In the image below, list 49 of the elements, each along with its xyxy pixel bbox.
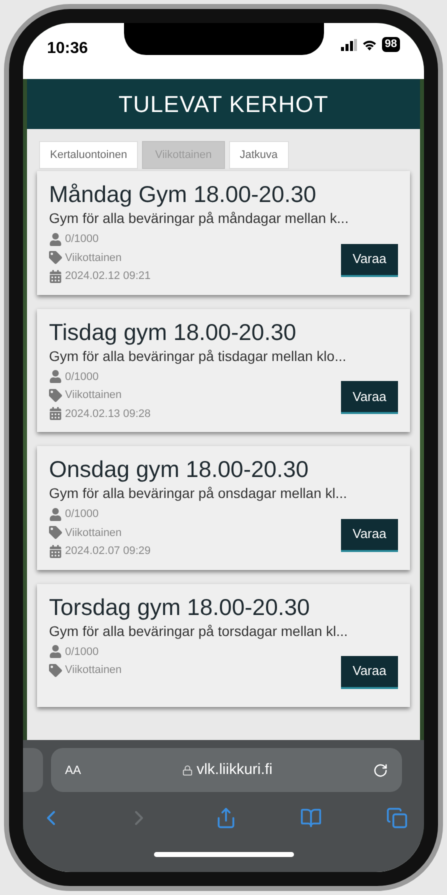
class-title: Måndag Gym 18.00-20.30 — [49, 180, 318, 209]
text-size-button[interactable]: AA — [65, 761, 82, 779]
signal-icon — [340, 38, 357, 50]
participant-count: 0/1000 — [65, 644, 99, 660]
tag-icon — [49, 664, 62, 677]
filter-tab[interactable]: Kertaluontoinen — [39, 141, 138, 169]
class-type: Viikottainen — [65, 526, 122, 540]
book-button[interactable]: Varaa — [341, 518, 398, 552]
url-text: vlk.liikkuri.fi — [196, 760, 272, 780]
book-button[interactable]: Varaa — [341, 244, 398, 276]
class-description: Gym för alla beväringar på måndagar mellan k... — [49, 209, 350, 227]
class-title: Torsdag gym 18.00-20.30 — [49, 592, 311, 622]
previous-tab-edge[interactable] — [23, 748, 43, 792]
person-icon — [49, 370, 62, 384]
class-date: 2024.02.07 09:29 — [65, 544, 151, 559]
person-icon — [49, 645, 62, 658]
calendar-icon — [49, 270, 62, 283]
tag-icon — [49, 526, 62, 540]
class-title: Tisdag gym 18.00-20.30 — [49, 318, 298, 346]
lock-icon — [182, 764, 193, 776]
reload-icon[interactable] — [372, 762, 388, 778]
class-date: 2024.02.12 09:21 — [65, 269, 151, 284]
class-type: Viikottainen — [65, 388, 122, 403]
class-title: Onsdag gym 18.00-20.30 — [49, 455, 310, 484]
address-bar[interactable]: AA vlk.liikkuri.fi — [51, 748, 402, 792]
calendar-icon — [49, 544, 62, 558]
wifi-icon — [362, 38, 377, 50]
class-date: 2024.02.13 09:28 — [65, 406, 151, 422]
class-description: Gym för alla beväringar på onsdagar mellan kl... — [49, 484, 348, 502]
tabs-icon[interactable] — [386, 807, 408, 829]
person-icon — [49, 508, 62, 521]
class-description: Gym för alla beväringar på torsdagar mellan kl... — [49, 622, 349, 640]
bookmarks-icon[interactable] — [300, 807, 322, 829]
status-time: 10:36 — [47, 39, 88, 59]
participant-count: 0/1000 — [65, 370, 99, 384]
tag-icon — [49, 388, 62, 402]
tag-icon — [49, 251, 62, 264]
filter-tab[interactable]: Jatkuva — [228, 141, 289, 169]
class-type: Viikottainen — [65, 663, 122, 678]
book-button[interactable]: Varaa — [341, 381, 398, 414]
calendar-icon — [49, 407, 62, 420]
battery-level: 98 — [382, 37, 400, 52]
book-button[interactable]: Varaa — [341, 656, 398, 688]
page-title: TULEVAT KERHOT — [118, 90, 328, 119]
participant-count: 0/1000 — [65, 232, 99, 247]
class-description: Gym för alla beväringar på tisdagar mellan klo... — [49, 346, 348, 364]
participant-count: 0/1000 — [65, 507, 99, 522]
person-icon — [49, 232, 62, 246]
class-type: Viikottainen — [65, 250, 122, 266]
